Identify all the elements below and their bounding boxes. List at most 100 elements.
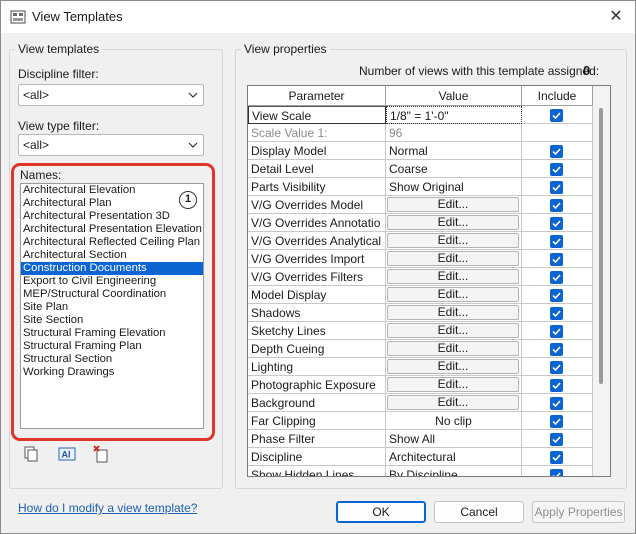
list-item[interactable]: Structural Framing Elevation — [21, 327, 203, 340]
view-type-filter-select[interactable]: <all> — [18, 134, 204, 156]
value-cell[interactable]: Edit... — [386, 358, 522, 376]
rename-icon[interactable]: AI — [58, 445, 76, 463]
edit-button[interactable]: Edit... — [387, 359, 519, 374]
table-row[interactable]: Display Model Normal — [248, 142, 593, 160]
list-item[interactable]: Architectural Elevation — [21, 184, 203, 197]
include-checkbox[interactable] — [550, 235, 563, 248]
discipline-filter-select[interactable]: <all> — [18, 84, 204, 106]
list-item[interactable]: Structural Section — [21, 353, 203, 366]
column-header-include[interactable]: Include — [522, 86, 593, 106]
value-cell[interactable]: Edit... — [386, 304, 522, 322]
value-cell[interactable]: Architectural — [386, 448, 522, 466]
list-item[interactable]: Site Section — [21, 314, 203, 327]
table-row[interactable]: Background Edit... — [248, 394, 593, 412]
value-cell[interactable]: Edit... — [386, 214, 522, 232]
value-cell[interactable]: Show Original — [386, 178, 522, 196]
value-cell[interactable]: Edit... — [386, 322, 522, 340]
list-item[interactable]: Architectural Presentation 3D — [21, 210, 203, 223]
edit-button[interactable]: Edit... — [387, 233, 519, 248]
include-checkbox[interactable] — [550, 397, 563, 410]
column-header-parameter[interactable]: Parameter — [248, 86, 386, 106]
table-row[interactable]: Parts Visibility Show Original — [248, 178, 593, 196]
edit-button[interactable]: Edit... — [387, 395, 519, 410]
table-row[interactable]: Far Clipping No clip — [248, 412, 593, 430]
value-cell[interactable]: Edit... — [386, 286, 522, 304]
include-checkbox[interactable] — [550, 307, 563, 320]
table-row[interactable]: V/G Overrides Annotatio Edit... — [248, 214, 593, 232]
table-row[interactable]: V/G Overrides Model Edit... — [248, 196, 593, 214]
list-item[interactable]: Construction Documents — [21, 262, 203, 275]
value-cell[interactable]: 1/8" = 1'-0" — [386, 106, 522, 124]
edit-button[interactable]: Edit... — [387, 305, 519, 320]
value-cell[interactable]: Edit... — [386, 232, 522, 250]
column-header-value[interactable]: Value — [386, 86, 522, 106]
value-cell[interactable]: Show All — [386, 430, 522, 448]
include-checkbox[interactable] — [550, 325, 563, 338]
value-cell[interactable]: Normal — [386, 142, 522, 160]
list-item[interactable]: Working Drawings — [21, 366, 203, 379]
include-checkbox[interactable] — [550, 253, 563, 266]
include-checkbox[interactable] — [550, 433, 563, 446]
table-row[interactable]: Depth Cueing Edit... — [248, 340, 593, 358]
include-checkbox[interactable] — [550, 145, 563, 158]
list-item[interactable]: Export to Civil Engineering — [21, 275, 203, 288]
value-cell[interactable]: Edit... — [386, 376, 522, 394]
value-cell[interactable]: By Discipline — [386, 466, 522, 476]
include-checkbox[interactable] — [550, 289, 563, 302]
value-cell[interactable]: Edit... — [386, 394, 522, 412]
cancel-button[interactable]: Cancel — [434, 501, 524, 523]
table-row[interactable]: Model Display Edit... — [248, 286, 593, 304]
list-item[interactable]: Site Plan — [21, 301, 203, 314]
table-row[interactable]: Sketchy Lines Edit... — [248, 322, 593, 340]
include-checkbox[interactable] — [550, 415, 563, 428]
edit-button[interactable]: Edit... — [387, 269, 519, 284]
include-checkbox[interactable] — [550, 469, 563, 476]
table-row[interactable]: View Scale 1/8" = 1'-0" — [248, 106, 593, 124]
edit-button[interactable]: Edit... — [387, 377, 519, 392]
template-names-list[interactable]: Architectural Elevation Architectural Pla… — [20, 183, 204, 429]
delete-icon[interactable] — [92, 445, 110, 463]
table-row[interactable]: Phase Filter Show All — [248, 430, 593, 448]
value-cell[interactable]: Edit... — [386, 250, 522, 268]
edit-button[interactable]: Edit... — [387, 215, 519, 230]
table-row[interactable]: Photographic Exposure Edit... — [248, 376, 593, 394]
table-row[interactable]: V/G Overrides Analytical Edit... — [248, 232, 593, 250]
list-item[interactable]: Architectural Plan — [21, 197, 203, 210]
table-row[interactable]: V/G Overrides Import Edit... — [248, 250, 593, 268]
table-row[interactable]: Shadows Edit... — [248, 304, 593, 322]
table-row[interactable]: Lighting Edit... — [248, 358, 593, 376]
value-cell[interactable]: No clip — [386, 412, 522, 430]
table-row[interactable]: V/G Overrides Filters Edit... — [248, 268, 593, 286]
apply-properties-button[interactable]: Apply Properties — [532, 501, 625, 523]
value-cell[interactable]: Edit... — [386, 340, 522, 358]
include-checkbox[interactable] — [550, 361, 563, 374]
ok-button[interactable]: OK — [336, 501, 426, 523]
vertical-scrollbar[interactable] — [593, 86, 610, 476]
table-row[interactable]: Discipline Architectural — [248, 448, 593, 466]
table-row[interactable]: Show Hidden Lines By Discipline — [248, 466, 593, 476]
list-item[interactable]: Architectural Reflected Ceiling Plan — [21, 236, 203, 249]
include-checkbox[interactable] — [550, 181, 563, 194]
scrollbar-thumb[interactable] — [599, 108, 603, 384]
include-checkbox[interactable] — [550, 379, 563, 392]
include-checkbox[interactable] — [550, 343, 563, 356]
close-button[interactable]: ✕ — [605, 6, 627, 28]
edit-button[interactable]: Edit... — [387, 341, 519, 356]
include-checkbox[interactable] — [550, 199, 563, 212]
table-row[interactable]: Scale Value 1: 96 — [248, 124, 593, 142]
include-checkbox[interactable] — [550, 217, 563, 230]
list-item[interactable]: Architectural Presentation Elevation — [21, 223, 203, 236]
edit-button[interactable]: Edit... — [387, 197, 519, 212]
edit-button[interactable]: Edit... — [387, 287, 519, 302]
value-cell[interactable]: Coarse — [386, 160, 522, 178]
duplicate-icon[interactable] — [22, 445, 40, 463]
value-cell[interactable]: Edit... — [386, 196, 522, 214]
help-link[interactable]: How do I modify a view template? — [18, 501, 197, 515]
include-checkbox[interactable] — [550, 271, 563, 284]
edit-button[interactable]: Edit... — [387, 251, 519, 266]
list-item[interactable]: Structural Framing Plan — [21, 340, 203, 353]
list-item[interactable]: MEP/Structural Coordination — [21, 288, 203, 301]
include-checkbox[interactable] — [550, 163, 563, 176]
include-checkbox[interactable] — [550, 109, 563, 122]
value-cell[interactable]: Edit... — [386, 268, 522, 286]
